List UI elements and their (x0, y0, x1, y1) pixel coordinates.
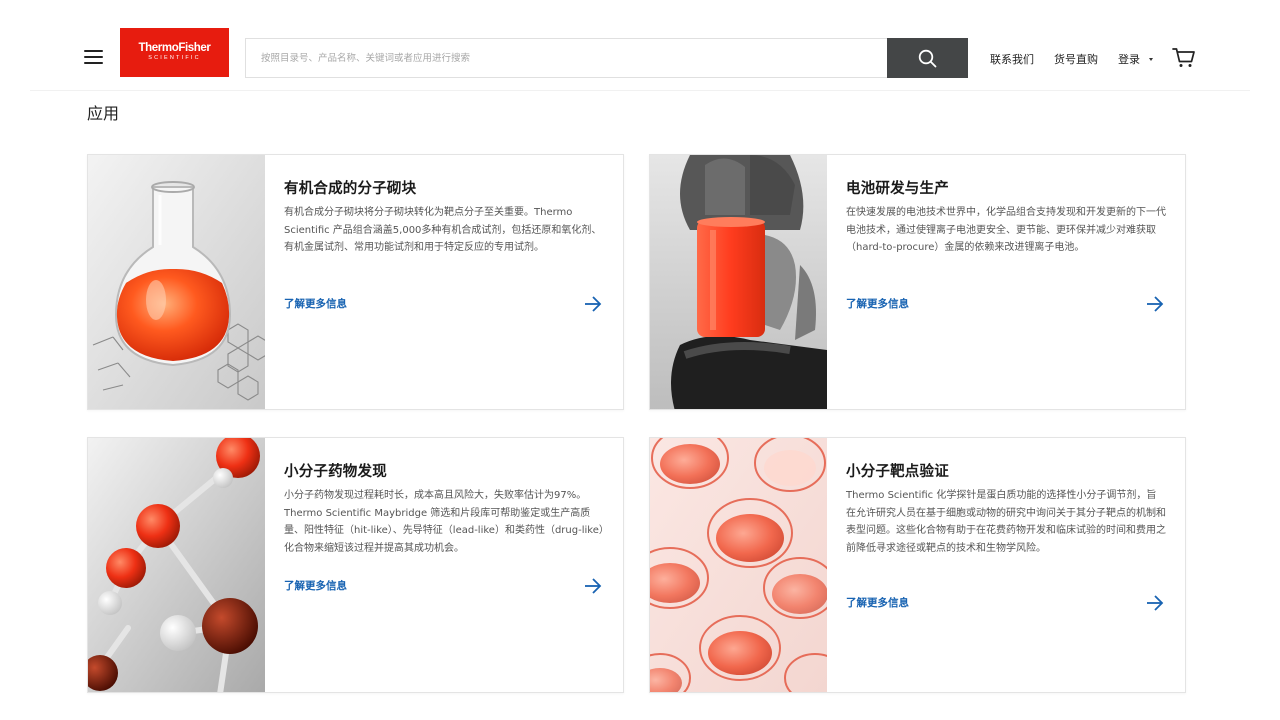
search-button[interactable] (887, 38, 968, 78)
learn-more-link[interactable]: 了解更多信息 (284, 578, 347, 593)
thermofisher-logo[interactable]: ThermoFisher SCIENTIFIC (120, 28, 229, 77)
petri-dishes-image (650, 438, 827, 692)
search-icon (918, 49, 937, 68)
application-card-battery[interactable]: 电池研发与生产 在快速发展的电池技术世界中，化学品组合支持发现和开发更新的下一代… (649, 154, 1186, 410)
card-description: Thermo Scientific 化学探针是蛋白质功能的选择性小分子调节剂，旨… (846, 490, 1166, 554)
learn-more-link[interactable]: 了解更多信息 (846, 595, 909, 610)
molecule-model-image (88, 438, 265, 692)
learn-more-link[interactable]: 了解更多信息 (846, 296, 909, 311)
shopping-cart-icon[interactable] (1172, 47, 1196, 73)
site-header: ThermoFisher SCIENTIFIC 联系我们 货号直购 登录 (0, 0, 1280, 92)
application-card-organic-synthesis[interactable]: 有机合成的分子砌块 有机合成分子砌块将分子砌块转化为靶点分子至关重要。Therm… (87, 154, 624, 410)
card-body: 有机合成的分子砌块 有机合成分子砌块将分子砌块转化为靶点分子至关重要。Therm… (284, 155, 605, 409)
logo-subtext: SCIENTIFIC (148, 55, 201, 61)
chevron-down-icon[interactable] (1149, 58, 1153, 61)
card-body: 小分子靶点验证 Thermo Scientific 化学探针是蛋白质功能的选择性… (846, 438, 1167, 692)
login-link[interactable]: 登录 (1118, 51, 1140, 67)
application-card-drug-discovery[interactable]: 小分子药物发现 小分子药物发现过程耗时长，成本高且风险大，失败率估计为97%。T… (87, 437, 624, 693)
arrow-right-icon[interactable] (583, 577, 603, 595)
card-description: 小分子药物发现过程耗时长，成本高且风险大，失败率估计为97%。Thermo Sc… (284, 490, 604, 554)
search-input[interactable] (245, 38, 888, 78)
arrow-right-icon[interactable] (1145, 594, 1165, 612)
section-title: 应用 (87, 104, 120, 123)
card-description: 在快速发展的电池技术世界中，化学品组合支持发现和开发更新的下一代电池技术，通过使… (846, 207, 1166, 253)
logo-wordmark: ThermoFisher (138, 42, 211, 54)
hamburger-menu-icon[interactable] (84, 49, 104, 67)
header-divider (30, 90, 1250, 91)
application-card-target-validation[interactable]: 小分子靶点验证 Thermo Scientific 化学探针是蛋白质功能的选择性… (649, 437, 1186, 693)
quick-order-link[interactable]: 货号直购 (1054, 51, 1098, 67)
arrow-right-icon[interactable] (1145, 295, 1165, 313)
card-title[interactable]: 电池研发与生产 (846, 177, 949, 198)
search-bar (245, 38, 968, 78)
contact-us-link[interactable]: 联系我们 (990, 51, 1034, 67)
arrow-right-icon[interactable] (583, 295, 603, 313)
card-title[interactable]: 小分子靶点验证 (846, 460, 949, 481)
hand-holding-battery-image (650, 155, 827, 409)
card-description: 有机合成分子砌块将分子砌块转化为靶点分子至关重要。Thermo Scientif… (284, 207, 602, 253)
card-title[interactable]: 小分子药物发现 (284, 460, 387, 481)
orange-flask-molecule-image (88, 155, 265, 409)
card-body: 小分子药物发现 小分子药物发现过程耗时长，成本高且风险大，失败率估计为97%。T… (284, 438, 605, 692)
learn-more-link[interactable]: 了解更多信息 (284, 296, 347, 311)
card-title[interactable]: 有机合成的分子砌块 (284, 177, 416, 198)
card-body: 电池研发与生产 在快速发展的电池技术世界中，化学品组合支持发现和开发更新的下一代… (846, 155, 1167, 409)
